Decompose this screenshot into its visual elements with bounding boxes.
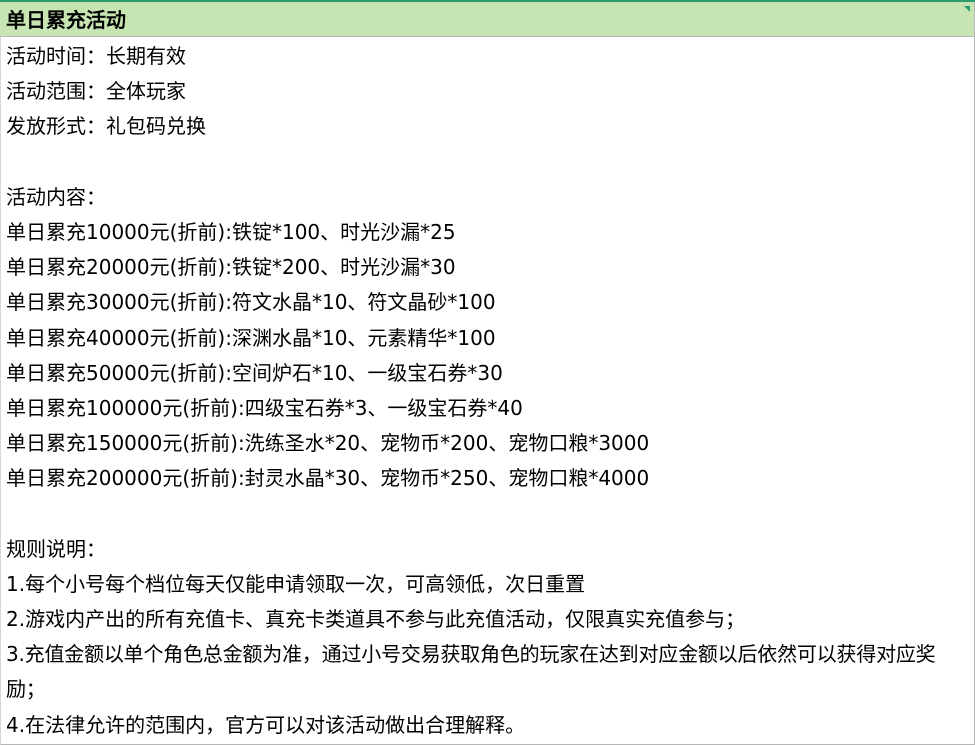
spreadsheet-area: 单日累充活动 活动时间：长期有效 活动范围：全体玩家 发放形式：礼包码兑换 活动… [0,0,975,745]
rule-item-2: 2.游戏内产出的所有充值卡、真充卡类道具不参与此充值活动，仅限真实充值参与； [6,607,746,631]
reward-tier-5: 单日累充50000元(折前):空间炉石*10、一级宝石券*30 [6,360,503,385]
reward-tier-2: 单日累充20000元(折前):铁锭*200、时光沙漏*30 [6,255,456,280]
reward-tier-8: 单日累充200000元(折前):封灵水晶*30、宠物币*250、宠物口粮*400… [6,466,650,491]
activity-scope: 活动范围：全体玩家 [6,79,186,104]
rules-heading: 规则说明： [6,536,106,561]
rule-item-1: 1.每个小号每个档位每天仅能申请领取一次，可高领低，次日重置 [6,571,586,596]
cell-corner-indicator-icon [964,6,970,12]
header-cell[interactable]: 单日累充活动 [0,2,975,37]
activity-time: 活动时间：长期有效 [6,44,186,68]
header-title: 单日累充活动 [6,8,126,32]
reward-tier-4: 单日累充40000元(折前):深渊水晶*10、元素精华*100 [6,325,496,350]
rule-item-3: 3.充值金额以单个角色总金额为准，通过小号交易获取角色的玩家在达到对应金额以后依… [6,642,936,702]
reward-tier-6: 单日累充100000元(折前):四级宝石券*3、一级宝石券*40 [6,395,523,420]
reward-tier-3: 单日累充30000元(折前):符文水晶*10、符文晶砂*100 [6,290,496,315]
content-cell[interactable]: 活动时间：长期有效 活动范围：全体玩家 发放形式：礼包码兑换 活动内容： 单日累… [0,37,975,745]
distribution-form: 发放形式：礼包码兑换 [6,114,206,139]
reward-tier-1: 单日累充10000元(折前):铁锭*100、时光沙漏*25 [6,219,456,244]
reward-tier-7: 单日累充150000元(折前):洗练圣水*20、宠物币*200、宠物口粮*300… [6,431,650,456]
rule-item-4: 4.在法律允许的范围内，官方可以对该活动做出合理解释。 [6,712,526,737]
content-heading: 活动内容： [6,184,106,209]
